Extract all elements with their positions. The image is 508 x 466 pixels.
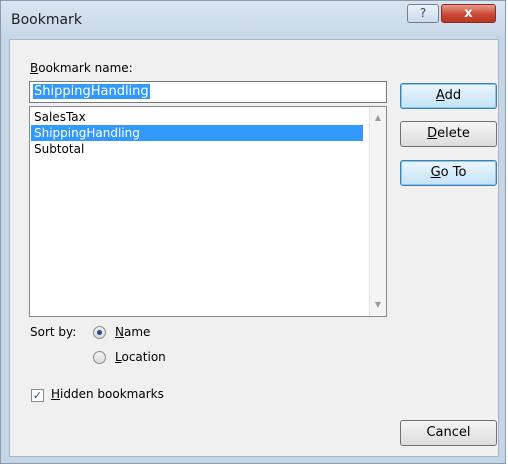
bookmark-name-value: ShippingHandling [33,84,150,99]
scroll-up-icon[interactable]: ▲ [373,113,383,123]
help-button[interactable]: ? [407,4,439,23]
bookmark-name-label: Bookmark name: [30,61,133,75]
sort-name-radio[interactable] [93,326,106,339]
list-item-salestax[interactable]: SalesTax [31,109,363,125]
radio-selected-dot [97,330,102,335]
list-scrollbar[interactable]: ▲ ▼ [369,107,386,316]
scroll-down-icon[interactable]: ▼ [373,300,383,310]
add-button[interactable]: Add [400,83,497,109]
title-bar: Bookmark ? x [1,1,505,39]
checkmark-icon: ✓ [32,389,43,402]
delete-button[interactable]: Delete [400,121,497,147]
sort-location-label[interactable]: Location [115,350,166,364]
close-icon: x [464,6,473,21]
dialog-body: Bookmark name: ShippingHandling SalesTax… [9,39,499,457]
hidden-bookmarks-checkbox[interactable]: ✓ [31,389,44,402]
go-to-button[interactable]: Go To [400,160,497,186]
sort-location-radio[interactable] [93,351,106,364]
cancel-button[interactable]: Cancel [400,420,497,446]
bookmark-dialog: Bookmark ? x Bookmark name: ShippingHand… [0,0,506,464]
sort-by-label: Sort by: [30,325,77,339]
hidden-bookmarks-label[interactable]: Hidden bookmarks [51,387,164,401]
list-item-subtotal[interactable]: Subtotal [31,141,363,157]
close-button[interactable]: x [441,4,496,23]
help-icon: ? [419,6,427,20]
bookmark-list[interactable]: SalesTax ShippingHandling Subtotal ▲ ▼ [29,106,387,317]
bookmark-name-input[interactable]: ShippingHandling [29,81,387,103]
window-title: Bookmark [11,12,82,28]
list-item-shippinghandling[interactable]: ShippingHandling [31,125,363,141]
sort-name-label[interactable]: Name [115,325,150,339]
